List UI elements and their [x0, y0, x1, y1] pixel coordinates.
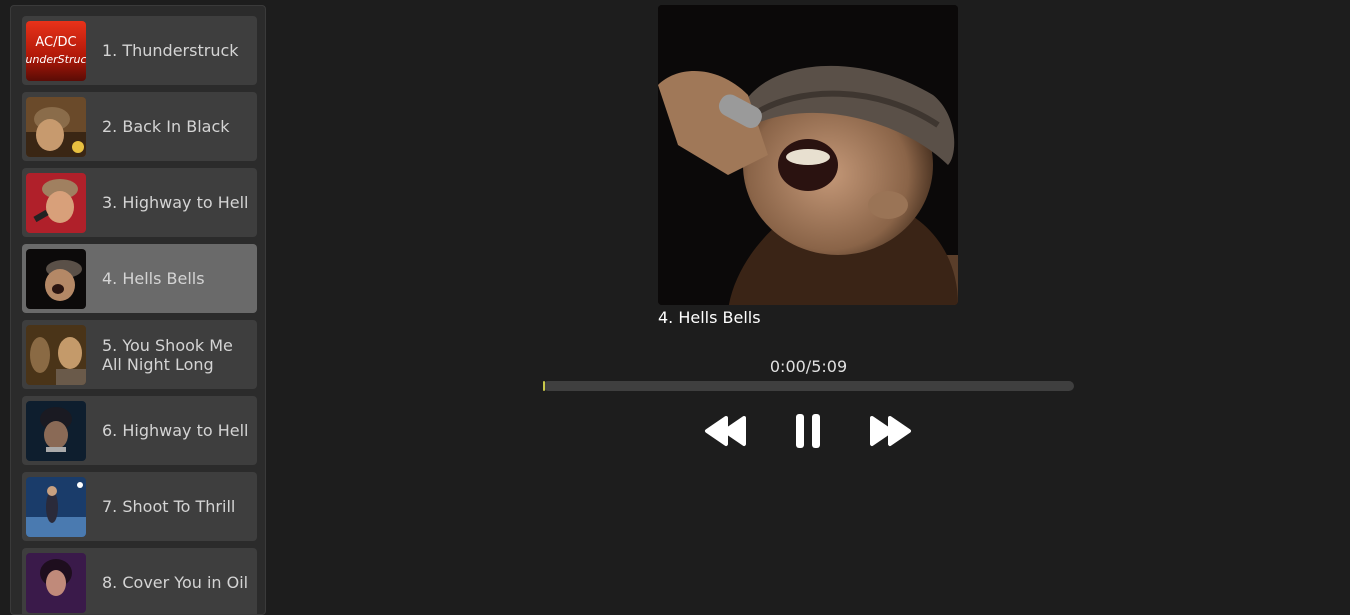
- fast-forward-button[interactable]: [868, 412, 912, 450]
- track-label: 7. Shoot To Thrill: [102, 497, 236, 516]
- progress-bar[interactable]: [543, 381, 1074, 391]
- pause-icon: [796, 414, 820, 448]
- pause-button[interactable]: [792, 412, 824, 450]
- track-label: 3. Highway to Hell: [102, 193, 249, 212]
- fast-forward-icon: [870, 416, 911, 446]
- playback-time: 0:00/5:09: [769, 357, 848, 376]
- thumb-logo-text: AC/DC: [35, 35, 76, 50]
- track-thumbnail: [26, 249, 86, 309]
- playlist-item-1[interactable]: AC/DC underStruc 1. Thunderstruck: [22, 16, 257, 85]
- playlist-item-7[interactable]: 7. Shoot To Thrill: [22, 472, 257, 541]
- thumb-logo-subtext: underStruc: [26, 53, 86, 66]
- track-label: 2. Back In Black: [102, 117, 230, 136]
- track-thumbnail: [26, 325, 86, 385]
- track-label: 8. Cover You in Oil: [102, 573, 249, 592]
- playlist-item-4[interactable]: 4. Hells Bells: [22, 244, 257, 313]
- playlist-item-6[interactable]: 6. Highway to Hell: [22, 396, 257, 465]
- playlist-item-5[interactable]: 5. You Shook Me All Night Long: [22, 320, 257, 389]
- track-thumbnail: [26, 553, 86, 613]
- playlist-item-3[interactable]: 3. Highway to Hell: [22, 168, 257, 237]
- playlist-item-8[interactable]: 8. Cover You in Oil: [22, 548, 257, 614]
- rewind-icon: [705, 416, 746, 446]
- track-label: 6. Highway to Hell: [102, 421, 249, 440]
- track-label: 1. Thunderstruck: [102, 41, 239, 60]
- track-thumbnail: [26, 173, 86, 233]
- track-label: 4. Hells Bells: [102, 269, 205, 288]
- track-label: 5. You Shook Me All Night Long: [102, 335, 233, 374]
- now-playing-title: 4. Hells Bells: [658, 308, 761, 327]
- playlist-sidebar: AC/DC underStruc 1. Thunderstruck 2. Bac…: [10, 5, 266, 615]
- playlist-item-2[interactable]: 2. Back In Black: [22, 92, 257, 161]
- track-thumbnail: [26, 477, 86, 537]
- progress-fill: [543, 381, 545, 391]
- rewind-button[interactable]: [704, 412, 748, 450]
- track-thumbnail: [26, 97, 86, 157]
- track-thumbnail: [26, 401, 86, 461]
- album-cover-image: [658, 5, 958, 305]
- track-thumbnail: AC/DC underStruc: [26, 21, 86, 81]
